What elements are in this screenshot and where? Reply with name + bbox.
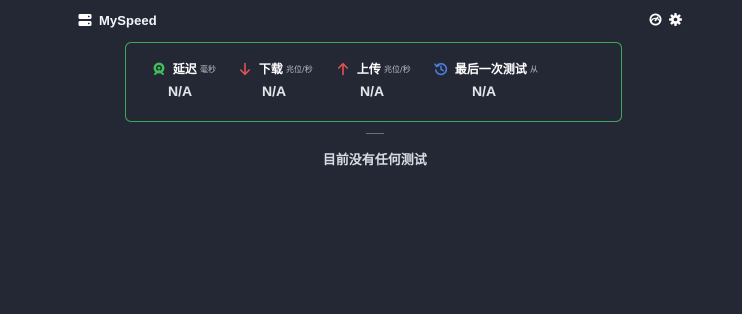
gear-icon[interactable] bbox=[669, 13, 682, 26]
arrow-up-icon bbox=[338, 62, 348, 75]
stat-value: N/A bbox=[472, 83, 497, 99]
history-icon bbox=[434, 62, 448, 75]
stats-panel: 延迟 毫秒 N/A 下载 兆位/秒 N/A 上传 兆位/秒 N/A 最后一次测试… bbox=[125, 42, 622, 122]
stat-label: 下载 bbox=[259, 62, 284, 76]
server-icon bbox=[78, 14, 92, 26]
stat-value: N/A bbox=[168, 83, 193, 99]
app-title: MySpeed bbox=[99, 12, 157, 28]
empty-state-message: 目前没有任何测试 bbox=[322, 153, 427, 168]
stat-download: 下载 兆位/秒 N/A bbox=[238, 60, 313, 99]
stat-unit: 兆位/秒 bbox=[286, 65, 313, 74]
stat-unit: 从 bbox=[530, 65, 539, 74]
brand[interactable]: MySpeed bbox=[78, 11, 157, 29]
stat-unit: 毫秒 bbox=[200, 65, 217, 74]
stat-label: 上传 bbox=[357, 62, 382, 76]
stat-unit: 兆位/秒 bbox=[384, 65, 411, 74]
stat-value: N/A bbox=[360, 83, 385, 99]
header: MySpeed bbox=[0, 0, 742, 40]
stat-upload: 上传 兆位/秒 N/A bbox=[336, 60, 411, 99]
stat-label: 最后一次测试 bbox=[455, 62, 528, 76]
ping-icon bbox=[153, 62, 165, 75]
arrow-down-icon bbox=[240, 62, 250, 75]
header-actions bbox=[649, 13, 682, 26]
speedometer-icon[interactable] bbox=[649, 13, 662, 26]
divider bbox=[366, 133, 384, 134]
stat-ping: 延迟 毫秒 N/A bbox=[152, 60, 217, 99]
stat-label: 延迟 bbox=[173, 62, 198, 76]
stat-last-test: 最后一次测试 从 N/A bbox=[434, 60, 539, 99]
stat-value: N/A bbox=[262, 83, 287, 99]
